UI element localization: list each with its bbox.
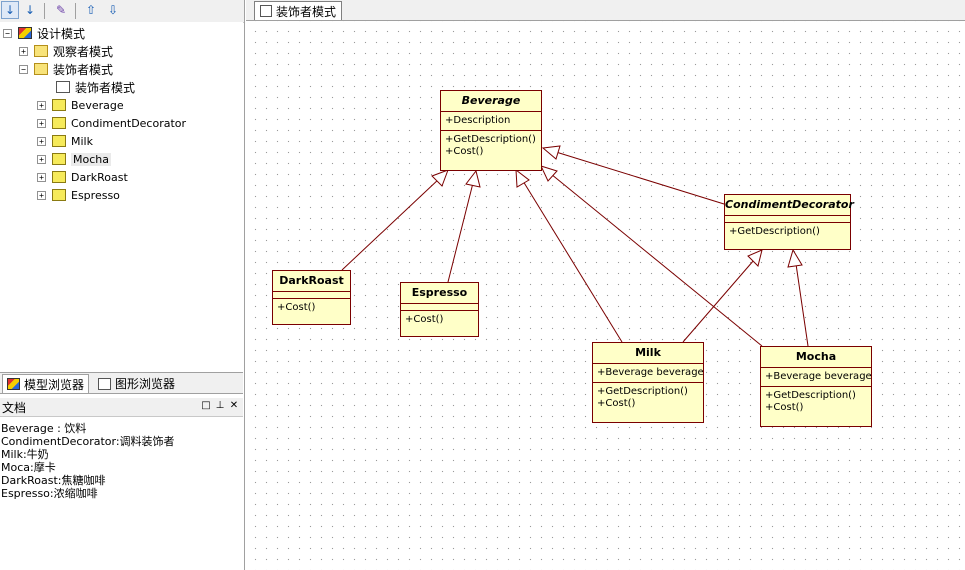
class-beverage[interactable]: Beverage +Description +GetDescription() … (440, 90, 542, 171)
method: +GetDescription() (597, 386, 688, 397)
class-attributes: +Beverage beverage (593, 364, 704, 383)
class-attributes: +Description (441, 112, 541, 131)
class-name: CondimentDecorator (725, 195, 854, 216)
class-name: DarkRoast (273, 271, 350, 292)
class-methods: +GetDescription() +Cost() (761, 387, 871, 417)
attribute: +Beverage beverage (765, 371, 872, 382)
milk-generalization (522, 180, 623, 343)
espresso-generalization (447, 182, 474, 283)
method: +GetDescription() (765, 390, 856, 401)
method: +Cost() (277, 302, 316, 313)
milk-decorator-generalization (682, 259, 755, 343)
class-methods: +Cost() (401, 311, 478, 329)
class-methods: +Cost() (273, 299, 350, 317)
class-name: Beverage (441, 91, 541, 112)
mocha-decorator-generalization (795, 263, 809, 347)
method: +Cost() (445, 146, 484, 157)
method: +GetDescription() (729, 226, 820, 237)
darkroast-generalization (341, 177, 441, 271)
generalization-arrowhead (747, 249, 763, 267)
class-espresso[interactable]: Espresso +Cost() (400, 282, 479, 337)
method: +Cost() (405, 314, 444, 325)
attribute: +Description (445, 115, 511, 126)
class-attributes (401, 304, 478, 311)
generalization-arrowhead (515, 168, 530, 188)
class-methods: +GetDescription() +Cost() (593, 383, 703, 413)
method: +Cost() (765, 402, 804, 413)
class-mocha[interactable]: Mocha +Beverage beverage +GetDescription… (760, 346, 872, 427)
class-milk[interactable]: Milk +Beverage beverage +GetDescription(… (592, 342, 704, 423)
inheritance-connectors (341, 145, 809, 347)
class-name: Milk (593, 343, 703, 364)
class-condiment-decorator[interactable]: CondimentDecorator +GetDescription() (724, 194, 854, 250)
method: +Cost() (597, 398, 636, 409)
method: +GetDescription() (445, 134, 536, 145)
class-attributes (725, 216, 850, 223)
class-methods: +GetDescription() (725, 223, 850, 241)
class-attributes: +Beverage beverage (761, 368, 872, 387)
class-attributes (273, 292, 350, 299)
generalization-arrowhead (787, 248, 803, 268)
class-name: Mocha (761, 347, 871, 368)
class-name: Espresso (401, 283, 478, 304)
attribute: +Beverage beverage (597, 367, 704, 378)
generalization-arrowhead (465, 169, 481, 188)
condiment-generalization (555, 151, 725, 205)
class-methods: +GetDescription() +Cost() (441, 131, 541, 161)
generalization-arrowhead (541, 145, 561, 160)
class-darkroast[interactable]: DarkRoast +Cost() (272, 270, 351, 325)
generalization-arrowhead (540, 165, 558, 182)
